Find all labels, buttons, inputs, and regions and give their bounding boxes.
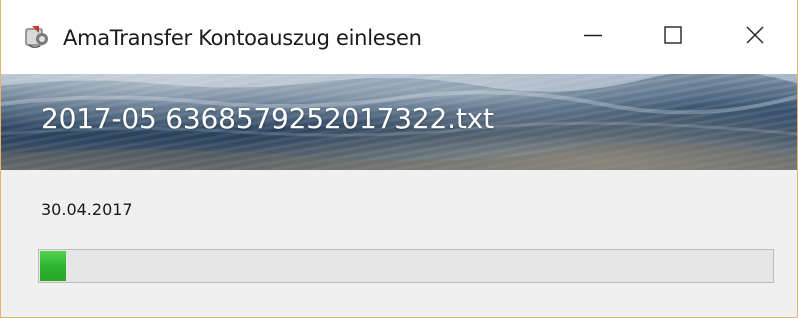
- title-bar[interactable]: AmaTransfer Kontoauszug einlesen: [1, 0, 797, 74]
- minimize-button[interactable]: [553, 0, 633, 74]
- close-icon: [745, 25, 765, 50]
- window-title: AmaTransfer Kontoauszug einlesen: [63, 26, 422, 50]
- file-name-heading: 2017-05 6368579252017322.txt: [41, 102, 494, 135]
- progress-fill: [40, 251, 66, 281]
- close-button[interactable]: [715, 0, 795, 74]
- import-window: AmaTransfer Kontoauszug einlesen 2017-05…: [0, 0, 798, 318]
- import-progress-bar: [38, 249, 774, 283]
- amatransfer-app-icon: [23, 24, 51, 50]
- status-date: 30.04.2017: [41, 200, 133, 219]
- header-banner: 2017-05 6368579252017322.txt: [1, 74, 797, 170]
- maximize-button[interactable]: [633, 0, 713, 74]
- minimize-icon: [583, 25, 603, 50]
- maximize-icon: [663, 25, 683, 50]
